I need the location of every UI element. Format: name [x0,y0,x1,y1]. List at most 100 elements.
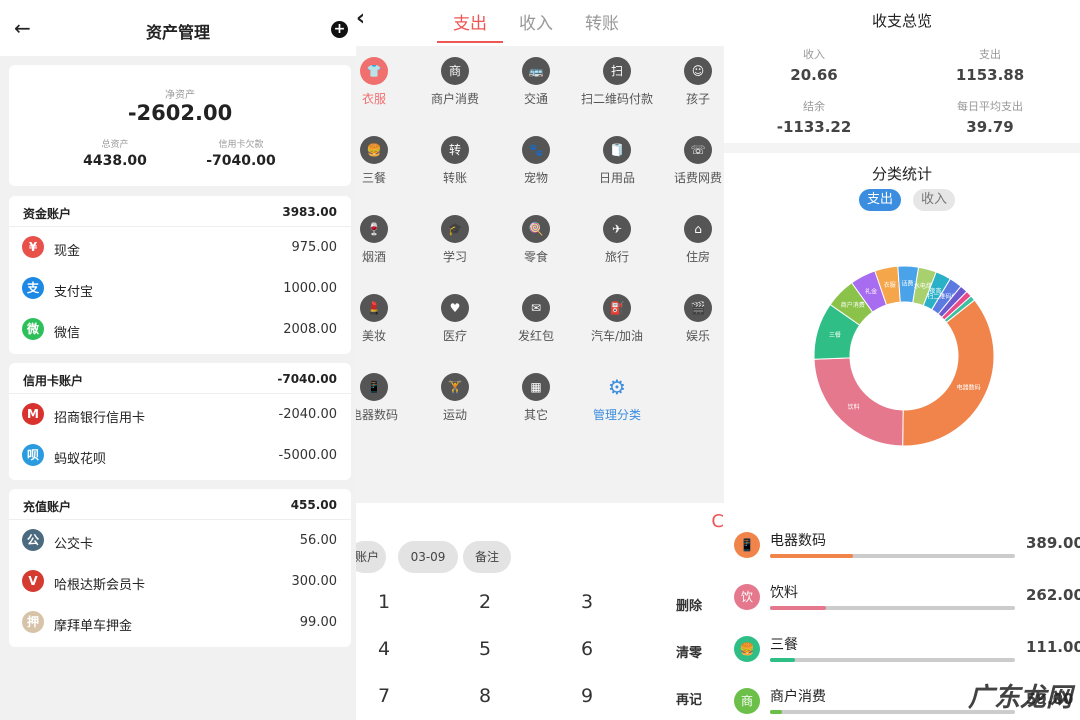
digit-key[interactable]: 5 [445,638,525,660]
category-label: 宠物 [523,171,548,185]
category-stat-title: 分类统计 [871,165,932,183]
category-item[interactable]: 🎓 学习 [415,215,495,265]
category-item[interactable]: 🐾 宠物 [496,136,576,186]
donut-slice[interactable] [902,299,995,447]
tab-income[interactable]: 收入 [519,9,553,34]
account-amount: -5000.00 [278,448,337,463]
category-item[interactable]: ☏ 话费网费 [658,136,724,186]
account-row[interactable]: 呗蚂蚁花呗 -5000.00 [9,435,351,476]
category-stat-value: 389.00 [1026,534,1080,552]
digit-key[interactable]: 1 [356,591,424,613]
category-stat-row[interactable]: 📱 电器数码 389.00 [724,530,1080,582]
category-item[interactable]: ⌂ 住房 [658,215,724,265]
account-row[interactable]: 微微信 2008.00 [9,309,351,350]
category-item[interactable]: 🏋 运动 [415,373,495,423]
category-label: 扫二维码付款 [580,92,653,106]
date-chip[interactable]: 03-09 [398,541,458,573]
category-stat-row[interactable]: 饮饮料 262.00 [724,582,1080,634]
category-item[interactable]: ♥ 医疗 [415,294,495,344]
donut-slice[interactable] [813,357,904,447]
bus-card-icon: 公 [22,529,44,551]
category-item[interactable]: ☺ 孩子 [658,57,724,107]
category-item[interactable]: ✈ 旅行 [577,215,657,265]
category-label: 话费网费 [673,171,722,185]
digit-key[interactable]: 4 [356,638,424,660]
category-item[interactable]: 扫扫二维码付款 [577,57,657,107]
account-name: 哈根达斯会员卡 [54,578,146,593]
category-label: 美妆 [361,329,386,343]
account-name: 公交卡 [54,537,94,552]
digit-key[interactable]: 3 [547,591,627,613]
category-item[interactable]: 🧻 日用品 [577,136,657,186]
digit-key[interactable]: 7 [356,685,424,707]
digit-key[interactable]: 2 [445,591,525,613]
account-row[interactable]: 押摩拜单车押金 99.00 [9,602,351,643]
digit-key[interactable]: 9 [547,685,627,707]
switch-income[interactable]: 收入 [913,189,955,211]
category-label: 孩子 [685,92,710,106]
account-name: 摩拜单车押金 [54,619,133,634]
account-group-header[interactable]: 信用卡账户 -7040.00 [9,363,351,394]
account-row[interactable]: ¥ 现金 975.00 [9,227,351,268]
keypad: C 账户 03-09 备注 1 2 3 删除 4 5 6 清零 7 8 9 再记 [356,503,724,720]
balance-value: -1133.22 [776,118,852,136]
watermark: 广东龙网 [967,683,1072,713]
donut-slice-label: 话费 [901,280,913,288]
account-row[interactable]: 公公交卡 56.00 [9,520,351,561]
net-asset-label: 净资产 [165,90,195,101]
account-row[interactable]: 支支付宝 1000.00 [9,268,351,309]
asset-header: ← 资产管理 + [0,0,356,56]
confirm-edge[interactable]: C [711,511,724,532]
donut-slice-label: 礼金 [865,287,877,295]
account-group-header[interactable]: 资金账户 3983.00 [9,196,351,227]
account-group-name: 资金账户 [23,207,72,221]
function-key[interactable]: 删除 [649,595,724,614]
donut-slice-label: 三餐 [829,331,841,339]
tab-underline [437,41,503,43]
account-amount: 56.00 [299,533,337,548]
category-item[interactable]: 🍭 零食 [496,215,576,265]
scan-icon: 扫 [603,57,631,85]
account-row[interactable]: M 招商银行信用卡 -2040.00 [9,394,351,435]
category-label: 医疗 [442,329,467,343]
add-account-icon[interactable]: + [331,21,348,38]
category-item[interactable]: 🍔 三餐 [356,136,414,186]
tab-expense[interactable]: 支出 [453,9,487,34]
back-chevron-icon[interactable]: ‹ [356,6,365,31]
haagen-dazs-icon: V [22,570,44,592]
category-item[interactable]: ⚙ 管理分类 [577,373,657,423]
category-item[interactable]: 🎬 娱乐 [658,294,724,344]
tobacco-wine-icon: 🍷 [360,215,388,243]
cash-icon: ¥ [22,236,44,258]
category-item[interactable]: ⛽ 汽车/加油 [577,294,657,344]
account-row[interactable]: V 哈根达斯会员卡 300.00 [9,561,351,602]
huabei-icon: 呗 [22,444,44,466]
account-group-name: 信用卡账户 [23,374,84,388]
account-group-name: 充值账户 [23,500,72,514]
category-item[interactable]: 🍷 烟酒 [356,215,414,265]
category-item[interactable]: 💄 美妆 [356,294,414,344]
account-group-total: 455.00 [290,498,337,512]
daily-average-value: 39.79 [966,118,1014,136]
note-chip[interactable]: 备注 [463,541,511,573]
category-item[interactable]: 转转账 [415,136,495,186]
account-group-header[interactable]: 充值账户 455.00 [9,489,351,520]
category-stat-name: 商户消费 [770,689,826,705]
category-item[interactable]: ✉ 发红包 [496,294,576,344]
account-chip[interactable]: 账户 [356,541,386,573]
tab-transfer[interactable]: 转账 [585,9,619,34]
digit-key[interactable]: 8 [445,685,525,707]
function-key[interactable]: 再记 [649,689,724,708]
daily-goods-icon: 🧻 [603,136,631,164]
category-item[interactable]: 🚌 交通 [496,57,576,107]
category-item[interactable]: 📱 电器数码 [356,373,414,423]
category-item[interactable]: 商商户消费 [415,57,495,107]
digit-key[interactable]: 6 [547,638,627,660]
red-packet-icon: ✉ [522,294,550,322]
category-item[interactable]: ▦ 其它 [496,373,576,423]
child-icon: ☺ [684,57,712,85]
category-item[interactable]: 👕 衣服 [356,57,414,107]
switch-expense[interactable]: 支出 [859,189,901,211]
sport-icon: 🏋 [441,373,469,401]
function-key[interactable]: 清零 [649,642,724,661]
